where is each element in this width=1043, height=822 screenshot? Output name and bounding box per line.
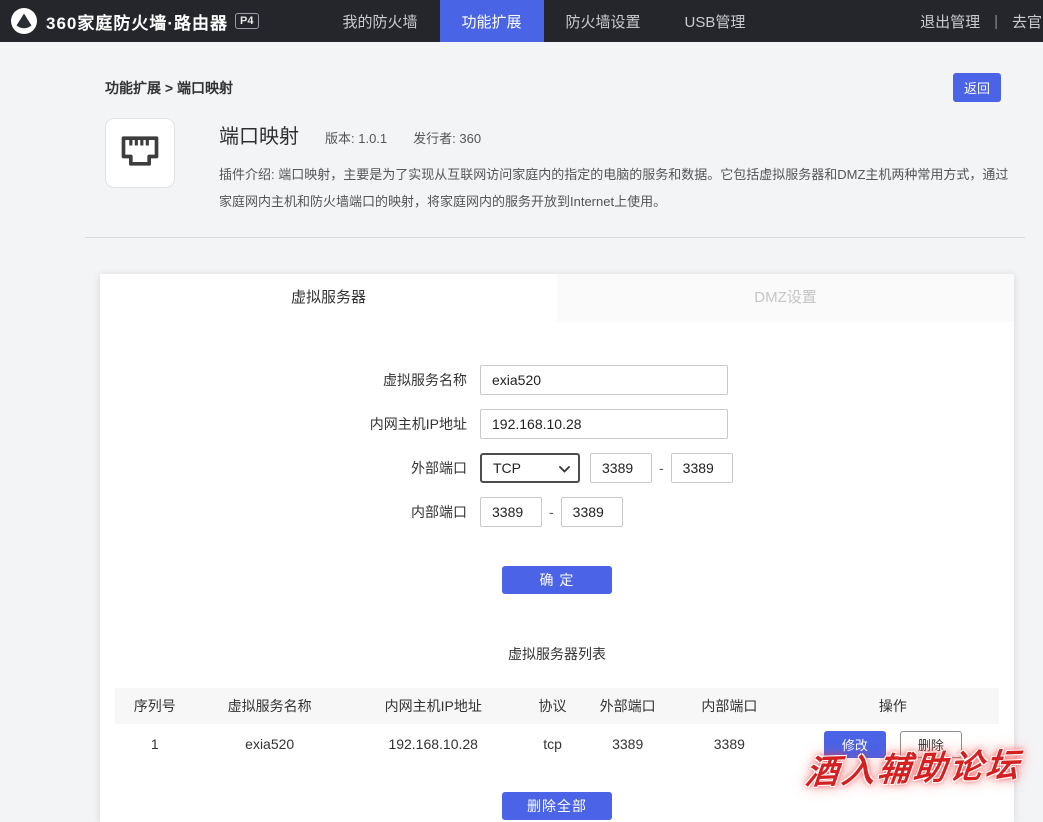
header-internal-port: 内部端口: [672, 688, 787, 724]
back-button[interactable]: 返回: [953, 73, 1001, 102]
header-seq: 序列号: [115, 688, 195, 724]
form-row-external-port: 外部端口 TCP -: [100, 453, 1014, 483]
plugin-title: 端口映射: [219, 120, 299, 149]
header-ip: 内网主机IP地址: [345, 688, 522, 724]
nav-menu: 我的防火墙 功能扩展 防火墙设置 USB管理: [321, 0, 768, 42]
port-range-dash: -: [549, 504, 554, 520]
header-protocol: 协议: [522, 688, 584, 724]
brand: 360家庭防火墙·路由器 P4: [0, 0, 259, 42]
port-range-dash: -: [659, 460, 664, 476]
cell-seq: 1: [115, 724, 195, 764]
header-actions: 操作: [787, 688, 999, 724]
table-row: 1 exia520 192.168.10.28 tcp 3389 3389 修改…: [115, 724, 999, 764]
protocol-select[interactable]: TCP: [480, 453, 580, 483]
tab-bar: 虚拟服务器 DMZ设置: [100, 274, 1014, 322]
edit-button[interactable]: 修改: [824, 731, 886, 758]
chevron-down-icon: [559, 460, 570, 476]
section-divider: [85, 237, 1025, 238]
breadcrumb-row: 功能扩展 > 端口映射 返回: [0, 42, 1043, 98]
delete-all-button[interactable]: 删除全部: [502, 792, 612, 820]
lan-ip-label: 内网主机IP地址: [100, 414, 480, 434]
external-port-to-input[interactable]: [671, 453, 733, 483]
cell-ip: 192.168.10.28: [345, 724, 522, 764]
ethernet-port-icon: [118, 129, 162, 178]
brand-logo-icon: [10, 7, 38, 35]
external-port-label: 外部端口: [100, 458, 480, 478]
external-port-from-input[interactable]: [590, 453, 652, 483]
top-navbar: 360家庭防火墙·路由器 P4 我的防火墙 功能扩展 防火墙设置 USB管理 退…: [0, 0, 1043, 42]
delete-button[interactable]: 删除: [900, 731, 962, 758]
virtual-server-form: 虚拟服务名称 内网主机IP地址 外部端口 TCP - 内部端口 -: [100, 365, 1014, 527]
header-external-port: 外部端口: [583, 688, 671, 724]
tab-virtual-server[interactable]: 虚拟服务器: [100, 274, 557, 322]
table-header-row: 序列号 虚拟服务名称 内网主机IP地址 协议 外部端口 内部端口 操作: [115, 688, 999, 724]
internal-port-to-input[interactable]: [561, 497, 623, 527]
tab-dmz[interactable]: DMZ设置: [557, 274, 1014, 322]
plugin-version: 版本: 1.0.1: [325, 128, 387, 147]
nav-divider: |: [994, 13, 998, 30]
cell-actions: 修改 删除: [787, 724, 999, 764]
virtual-server-table: 序列号 虚拟服务名称 内网主机IP地址 协议 外部端口 内部端口 操作 1 ex…: [115, 688, 999, 764]
form-row-name: 虚拟服务名称: [100, 365, 1014, 395]
nav-item-my-firewall[interactable]: 我的防火墙: [321, 0, 440, 42]
service-name-label: 虚拟服务名称: [100, 370, 480, 390]
internal-port-from-input[interactable]: [480, 497, 542, 527]
service-name-input[interactable]: [480, 365, 728, 395]
form-row-internal-port: 内部端口 -: [100, 497, 1014, 527]
lan-ip-input[interactable]: [480, 409, 728, 439]
cell-name: exia520: [195, 724, 345, 764]
port-mapping-card: 虚拟服务器 DMZ设置 虚拟服务名称 内网主机IP地址 外部端口 TCP - 内…: [100, 274, 1014, 822]
form-row-ip: 内网主机IP地址: [100, 409, 1014, 439]
cell-internal-port: 3389: [672, 724, 787, 764]
plugin-description: 插件介绍: 端口映射，主要是为了实现从互联网访问家庭内的指定的电脑的服务和数据。…: [219, 161, 1019, 215]
confirm-button[interactable]: 确 定: [502, 566, 612, 594]
cell-protocol: tcp: [522, 724, 584, 764]
brand-title: 360家庭防火墙·路由器: [46, 9, 228, 34]
nav-item-firewall-settings[interactable]: 防火墙设置: [544, 0, 663, 42]
plugin-info: 端口映射 版本: 1.0.1 发行者: 360 插件介绍: 端口映射，主要是为了…: [219, 118, 1025, 215]
plugin-publisher: 发行者: 360: [413, 128, 481, 147]
plugin-icon-box: [105, 118, 175, 188]
protocol-selected-value: TCP: [493, 460, 521, 476]
logout-link[interactable]: 退出管理: [920, 11, 980, 32]
nav-item-extensions[interactable]: 功能扩展: [440, 0, 544, 42]
list-title: 虚拟服务器列表: [100, 644, 1014, 664]
model-badge: P4: [235, 13, 258, 29]
nav-right: 退出管理 | 去官网: [920, 0, 1043, 42]
header-name: 虚拟服务名称: [195, 688, 345, 724]
official-site-link[interactable]: 去官网: [1012, 11, 1043, 32]
breadcrumb[interactable]: 功能扩展 > 端口映射: [105, 80, 233, 96]
nav-item-usb[interactable]: USB管理: [663, 0, 768, 42]
cell-external-port: 3389: [583, 724, 671, 764]
plugin-header: 端口映射 版本: 1.0.1 发行者: 360 插件介绍: 端口映射，主要是为了…: [105, 118, 1025, 215]
internal-port-label: 内部端口: [100, 502, 480, 522]
